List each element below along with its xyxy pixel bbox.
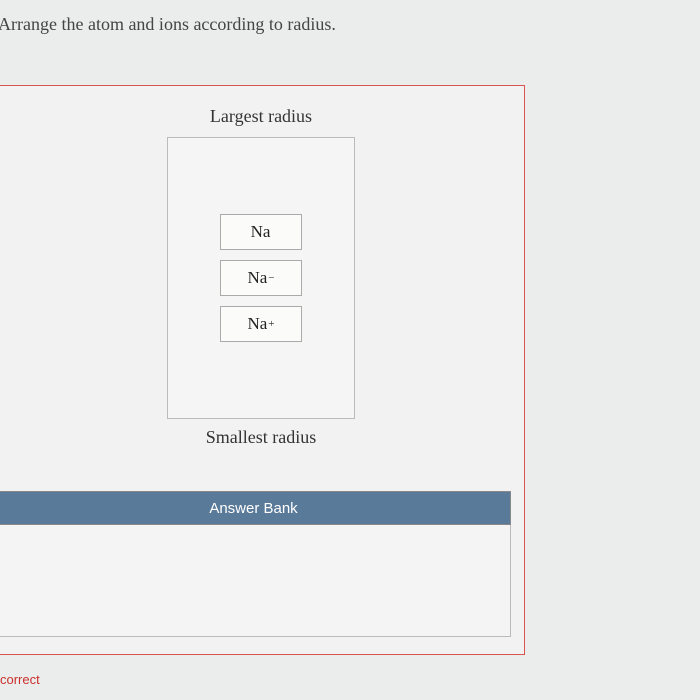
tile-na-minus-sup: − bbox=[268, 272, 274, 284]
ranking-drop-zone[interactable]: Na Na− Na+ bbox=[167, 137, 355, 419]
tile-na-base: Na bbox=[251, 222, 271, 242]
ranking-area: Largest radius Na Na− Na+ Smallest radiu… bbox=[161, 106, 361, 448]
feedback-label: correct bbox=[0, 672, 40, 687]
question-container: Largest radius Na Na− Na+ Smallest radiu… bbox=[0, 85, 525, 655]
answer-bank-dropzone[interactable] bbox=[0, 525, 511, 637]
tile-na-plus-sup: + bbox=[268, 318, 274, 330]
answer-bank-header: Answer Bank bbox=[0, 491, 511, 525]
largest-radius-label: Largest radius bbox=[161, 106, 361, 127]
tile-na[interactable]: Na bbox=[220, 214, 302, 250]
tile-na-plus[interactable]: Na+ bbox=[220, 306, 302, 342]
tile-na-minus-base: Na bbox=[247, 268, 267, 288]
question-prompt: Arrange the atom and ions according to r… bbox=[0, 0, 700, 35]
smallest-radius-label: Smallest radius bbox=[161, 427, 361, 448]
tile-na-plus-base: Na bbox=[247, 314, 267, 334]
tile-na-minus[interactable]: Na− bbox=[220, 260, 302, 296]
